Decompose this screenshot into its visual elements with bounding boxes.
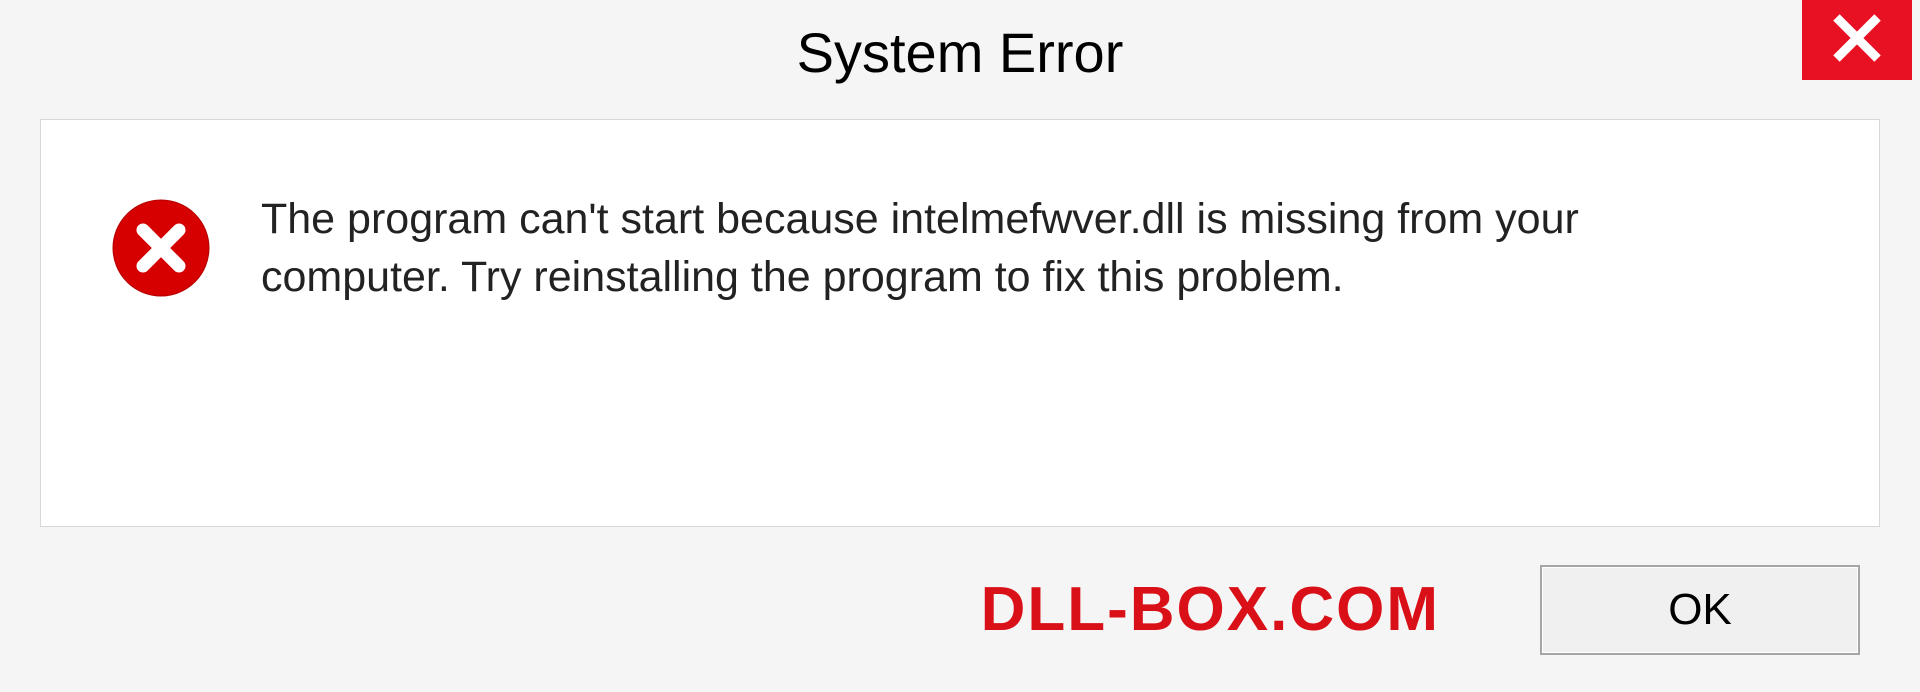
button-bar: DLL-BOX.COM OK [0,527,1920,692]
error-message: The program can't start because intelmef… [261,190,1761,306]
watermark-text: DLL-BOX.COM [40,574,1440,645]
ok-button[interactable]: OK [1540,565,1860,655]
error-icon [111,198,211,298]
title-bar: System Error [0,0,1920,105]
system-error-dialog: System Error The program can't start bec… [0,0,1920,692]
close-icon [1831,12,1883,69]
dialog-title: System Error [797,20,1124,85]
close-button[interactable] [1802,0,1912,80]
content-panel: The program can't start because intelmef… [40,119,1880,527]
